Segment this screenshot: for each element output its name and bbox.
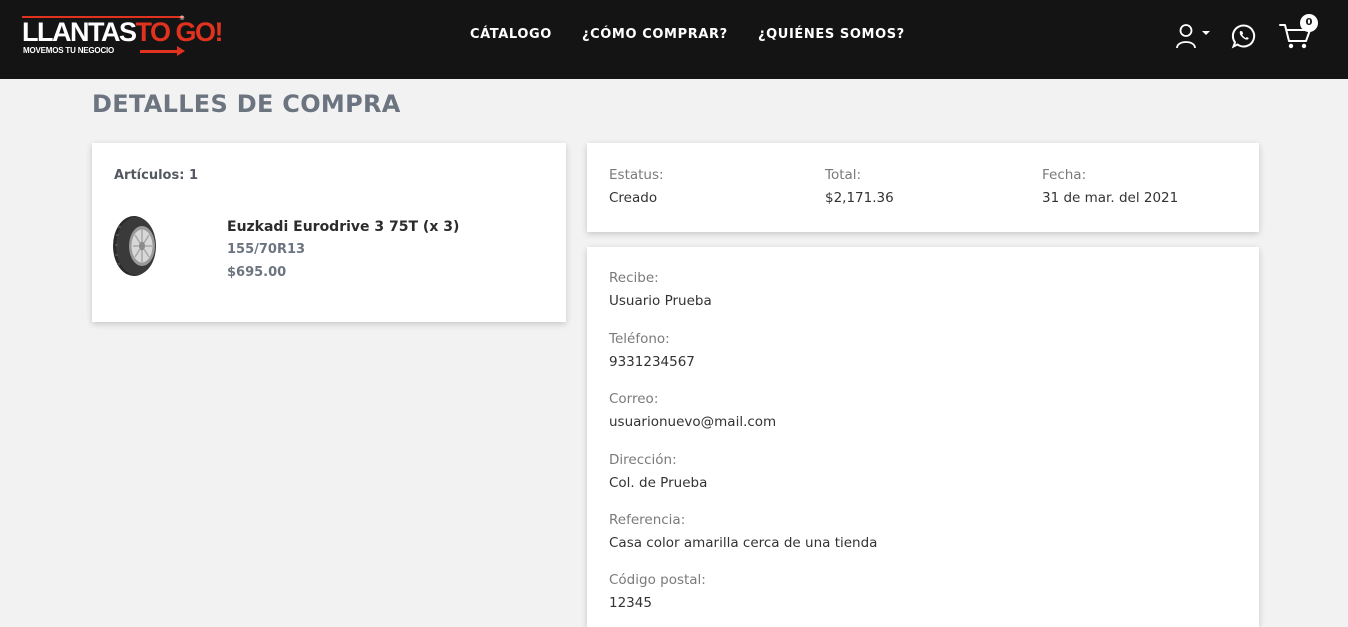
- email-label: Correo:: [609, 391, 659, 407]
- product-size: 155/70R13: [227, 242, 306, 257]
- logo-wordmark-white: LLANTAS: [22, 17, 137, 47]
- recipient-label: Recibe:: [609, 270, 659, 286]
- postal-code-value: 12345: [609, 595, 652, 611]
- logo-wordmark: LLANTASTO GO!: [22, 15, 223, 49]
- order-items-card: Artículos: 1 Euzkadi Eurodrive 3 75T (x …: [92, 143, 566, 322]
- status-value: Creado: [609, 190, 658, 206]
- delivery-info-card: Recibe: Usuario Prueba Teléfono: 9331234…: [587, 247, 1259, 627]
- logo-arrow-icon: [177, 46, 185, 56]
- items-count-label: Artículos: 1: [114, 168, 198, 183]
- date-label: Fecha:: [1042, 167, 1087, 183]
- address-label: Dirección:: [609, 452, 677, 468]
- nav-link-como-comprar[interactable]: ¿CÓMO COMPRAR?: [582, 27, 728, 47]
- tire-image: [112, 215, 160, 277]
- logo-tagline: MOVEMOS TU NEGOCIO: [23, 46, 115, 55]
- date-value: 31 de mar. del 2021: [1042, 190, 1179, 206]
- total-label: Total:: [825, 167, 862, 183]
- recipient-value: Usuario Prueba: [609, 293, 712, 309]
- brand-logo[interactable]: LLANTASTO GO! ® MOVEMOS TU NEGOCIO: [22, 15, 223, 61]
- nav-link-quienes-somos[interactable]: ¿QUIÉNES SOMOS?: [758, 27, 905, 47]
- user-icon: [1176, 24, 1210, 49]
- phone-label: Teléfono:: [609, 331, 670, 347]
- reference-label: Referencia:: [609, 512, 686, 528]
- logo-arrow-shaft: [140, 50, 180, 53]
- status-label: Estatus:: [609, 167, 664, 183]
- order-status-card: Estatus: Creado Total: $2,171.36 Fecha: …: [587, 143, 1259, 232]
- logo-registered-mark: ®: [179, 15, 185, 22]
- reference-value: Casa color amarilla cerca de una tienda: [609, 535, 878, 551]
- product-price: $695.00: [227, 265, 287, 280]
- nav-link-catalogo[interactable]: CÁTALOGO: [470, 27, 552, 47]
- total-value: $2,171.36: [825, 190, 894, 206]
- product-name: Euzkadi Eurodrive 3 75T (x 3): [227, 219, 460, 235]
- page-title: DETALLES DE COMPRA: [92, 90, 401, 118]
- phone-value: 9331234567: [609, 354, 695, 370]
- whatsapp-icon: [1231, 24, 1256, 49]
- top-navbar: LLANTASTO GO! ® MOVEMOS TU NEGOCIO CÁTAL…: [0, 0, 1348, 79]
- cart-count-badge: 0: [1300, 14, 1318, 32]
- whatsapp-button[interactable]: [1231, 23, 1257, 49]
- address-value: Col. de Prueba: [609, 475, 708, 491]
- user-menu-button[interactable]: [1175, 23, 1215, 49]
- postal-code-label: Código postal:: [609, 572, 706, 588]
- email-value: usuarionuevo@mail.com: [609, 414, 777, 430]
